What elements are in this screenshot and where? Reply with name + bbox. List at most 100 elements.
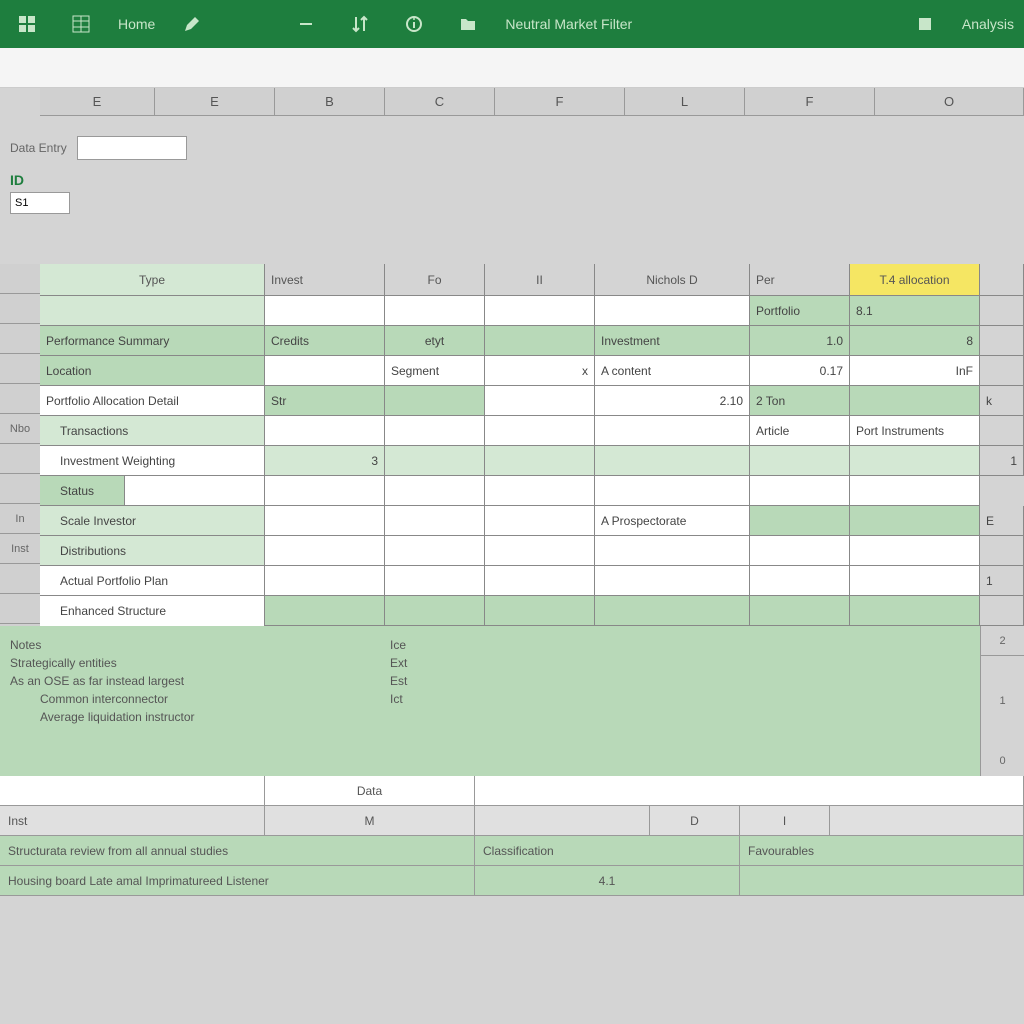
cell[interactable] (485, 536, 595, 566)
col-header-e2[interactable]: E (155, 88, 275, 115)
cell[interactable] (385, 506, 485, 536)
cell[interactable] (385, 386, 485, 416)
cell[interactable] (40, 296, 265, 326)
row-header[interactable]: In (0, 504, 40, 534)
cell[interactable]: Article (750, 416, 850, 446)
cell[interactable]: A Prospectorate (595, 506, 750, 536)
col-header-b[interactable]: B (275, 88, 385, 115)
row-header[interactable] (0, 594, 40, 624)
cell[interactable] (595, 476, 750, 506)
col-header-o[interactable]: O (875, 88, 1024, 115)
cell[interactable] (595, 596, 750, 626)
ribbon-edit-icon[interactable] (175, 11, 209, 37)
col-header-e1[interactable]: E (40, 88, 155, 115)
cell[interactable] (850, 596, 980, 626)
cell[interactable] (385, 296, 485, 326)
cell[interactable] (750, 506, 850, 536)
cell[interactable] (595, 536, 750, 566)
footer-cell[interactable] (475, 806, 650, 836)
cell[interactable] (980, 356, 1024, 386)
cell[interactable] (265, 536, 385, 566)
cell[interactable]: Status (40, 476, 125, 506)
ribbon-folder-icon[interactable] (451, 11, 485, 37)
footer-cell[interactable]: M (265, 806, 475, 836)
row-header[interactable] (0, 264, 40, 294)
ribbon-minus-icon[interactable] (289, 11, 323, 37)
cell[interactable] (265, 356, 385, 386)
footer-cell[interactable]: Favourables (740, 836, 1024, 866)
cell-header[interactable]: Type (40, 264, 265, 296)
cell[interactable]: A content (595, 356, 750, 386)
cell[interactable] (485, 506, 595, 536)
footer-cell[interactable]: I (740, 806, 830, 836)
cell[interactable] (595, 446, 750, 476)
footer-cell[interactable]: 4.1 (475, 866, 740, 896)
cell[interactable] (265, 476, 385, 506)
namebox-input[interactable] (77, 136, 187, 160)
cell[interactable] (485, 386, 595, 416)
footer-cell[interactable]: Structurata review from all annual studi… (0, 836, 475, 866)
cell[interactable] (385, 476, 485, 506)
cell[interactable] (385, 446, 485, 476)
cell[interactable]: Actual Portfolio Plan (40, 566, 265, 596)
row-header[interactable]: Inst (0, 534, 40, 564)
cell[interactable] (980, 264, 1024, 296)
footer-cell[interactable] (830, 806, 1024, 836)
footer-cell[interactable]: Data (265, 776, 475, 806)
cell[interactable]: Port Instruments (850, 416, 980, 446)
ribbon-info-icon[interactable] (397, 11, 431, 37)
cell[interactable] (485, 296, 595, 326)
col-header-f2[interactable]: F (745, 88, 875, 115)
row-header[interactable] (0, 294, 40, 324)
cell[interactable] (485, 476, 595, 506)
ribbon-home[interactable]: Home (118, 16, 155, 32)
cell-header[interactable]: T.4 allocation (850, 264, 980, 296)
footer-cell[interactable]: Inst (0, 806, 265, 836)
cell[interactable]: Transactions (40, 416, 265, 446)
footer-cell[interactable] (475, 776, 1024, 806)
cell[interactable] (485, 326, 595, 356)
cell[interactable]: Portfolio (750, 296, 850, 326)
cell[interactable] (850, 566, 980, 596)
cell[interactable] (850, 536, 980, 566)
cell[interactable] (485, 446, 595, 476)
footer-cell[interactable]: Housing board Late amal Imprimatureed Li… (0, 866, 475, 896)
cell[interactable] (265, 566, 385, 596)
cell[interactable]: Location (40, 356, 265, 386)
cell[interactable]: Distributions (40, 536, 265, 566)
cell[interactable] (385, 536, 485, 566)
row-header[interactable] (0, 324, 40, 354)
cell[interactable]: 0.17 (750, 356, 850, 386)
cell[interactable] (850, 476, 980, 506)
cell[interactable] (980, 326, 1024, 356)
cell[interactable]: 1.0 (750, 326, 850, 356)
cell[interactable] (750, 536, 850, 566)
ribbon-view[interactable]: Neutral Market Filter (505, 16, 632, 32)
cell[interactable]: Segment (385, 356, 485, 386)
cell[interactable] (850, 446, 980, 476)
cell-header[interactable]: II (485, 264, 595, 296)
col-header-l[interactable]: L (625, 88, 745, 115)
cell[interactable]: Enhanced Structure (40, 596, 265, 626)
cell[interactable] (980, 536, 1024, 566)
cell[interactable] (980, 296, 1024, 326)
cell[interactable]: Performance Summary (40, 326, 265, 356)
cell[interactable] (485, 416, 595, 446)
cell[interactable]: E (980, 506, 1024, 536)
ribbon-sort-icon[interactable] (343, 11, 377, 37)
col-header-f1[interactable]: F (495, 88, 625, 115)
cell[interactable]: 2.10 (595, 386, 750, 416)
cell[interactable]: 1 (980, 446, 1024, 476)
cell[interactable]: etyt (385, 326, 485, 356)
footer-cell[interactable] (740, 866, 1024, 896)
row-header[interactable] (0, 444, 40, 474)
cell[interactable] (485, 566, 595, 596)
cell[interactable]: x (485, 356, 595, 386)
cell[interactable]: 8 (850, 326, 980, 356)
cell[interactable]: 3 (265, 446, 385, 476)
cell[interactable] (750, 446, 850, 476)
cell[interactable] (595, 566, 750, 596)
row-header[interactable] (0, 384, 40, 414)
cell[interactable]: k (980, 386, 1024, 416)
cell[interactable]: Credits (265, 326, 385, 356)
